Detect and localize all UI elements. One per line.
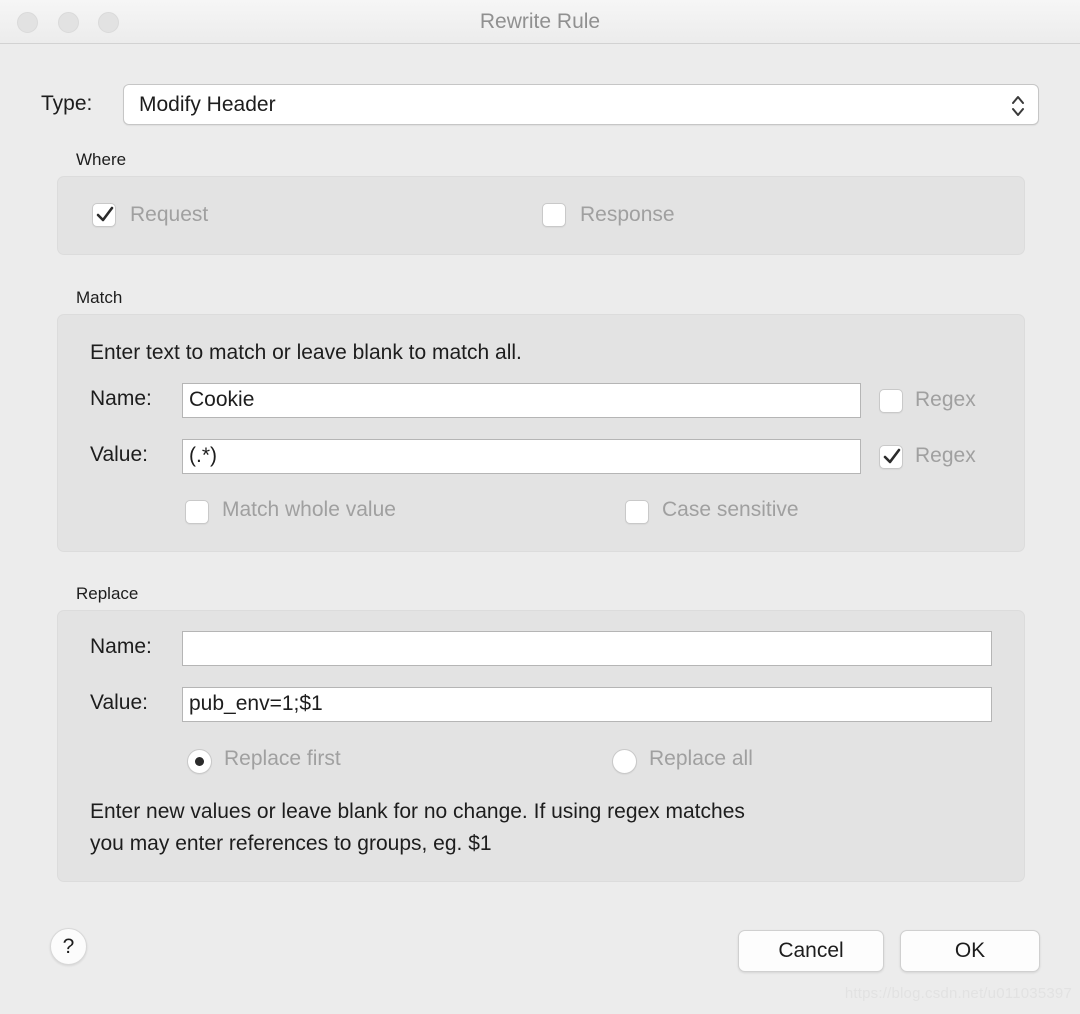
match-value-input[interactable]: (.*)	[182, 439, 861, 474]
help-button[interactable]: ?	[50, 928, 87, 965]
checkbox-match-name-regex[interactable]	[879, 389, 903, 413]
replace-value-input[interactable]: pub_env=1;$1	[182, 687, 992, 722]
checkbox-match-whole-value-label: Match whole value	[222, 498, 396, 521]
window-titlebar: Rewrite Rule	[0, 0, 1080, 44]
match-group-label: Match	[76, 288, 123, 307]
replace-name-input[interactable]	[182, 631, 992, 666]
match-name-input[interactable]: Cookie	[182, 383, 861, 418]
rewrite-rule-dialog: Rewrite Rule Type: Modify Header Where R…	[0, 0, 1080, 1014]
match-name-label: Name:	[90, 387, 152, 410]
match-value-value: (.*)	[189, 444, 217, 467]
where-group-box: Request Response	[57, 176, 1025, 255]
checkbox-response-label: Response	[580, 203, 675, 226]
checkbox-request-label: Request	[130, 203, 209, 226]
watermark-text: https://blog.csdn.net/u011035397	[844, 985, 1072, 1002]
where-group-label: Where	[76, 150, 127, 169]
radio-replace-all-label: Replace all	[649, 747, 753, 770]
checkbox-case-sensitive[interactable]	[625, 500, 649, 524]
checkbox-match-name-regex-label: Regex	[915, 388, 976, 411]
checkbox-match-value-regex-label: Regex	[915, 444, 976, 467]
match-name-value: Cookie	[189, 388, 255, 411]
checkbox-match-whole-value[interactable]	[185, 500, 209, 524]
chevron-up-down-icon	[1010, 93, 1026, 119]
checkbox-match-value-regex[interactable]	[879, 445, 903, 469]
replace-value-label: Value:	[90, 691, 148, 714]
replace-hint-line2: you may enter references to groups, eg. …	[90, 832, 492, 855]
replace-hint-line1: Enter new values or leave blank for no c…	[90, 800, 745, 823]
type-selected-value: Modify Header	[139, 93, 276, 116]
ok-button[interactable]: OK	[900, 930, 1040, 972]
checkbox-response[interactable]	[542, 203, 566, 227]
checkbox-case-sensitive-label: Case sensitive	[662, 498, 799, 521]
radio-replace-first-label: Replace first	[224, 747, 341, 770]
type-label: Type:	[41, 92, 93, 115]
replace-group-box: Name: Value: pub_env=1;$1 Replace first …	[57, 610, 1025, 882]
match-group-box: Enter text to match or leave blank to ma…	[57, 314, 1025, 552]
radio-replace-first[interactable]	[187, 749, 212, 774]
match-value-label: Value:	[90, 443, 148, 466]
replace-value-value: pub_env=1;$1	[189, 692, 323, 715]
replace-group-label: Replace	[76, 584, 139, 603]
type-popup-button[interactable]: Modify Header	[123, 84, 1039, 125]
radio-replace-all[interactable]	[612, 749, 637, 774]
replace-name-label: Name:	[90, 635, 152, 658]
checkbox-request[interactable]	[92, 203, 116, 227]
window-title: Rewrite Rule	[479, 10, 601, 33]
radio-replace-first-dot	[195, 757, 204, 766]
match-hint-text: Enter text to match or leave blank to ma…	[90, 341, 522, 364]
cancel-button[interactable]: Cancel	[738, 930, 884, 972]
